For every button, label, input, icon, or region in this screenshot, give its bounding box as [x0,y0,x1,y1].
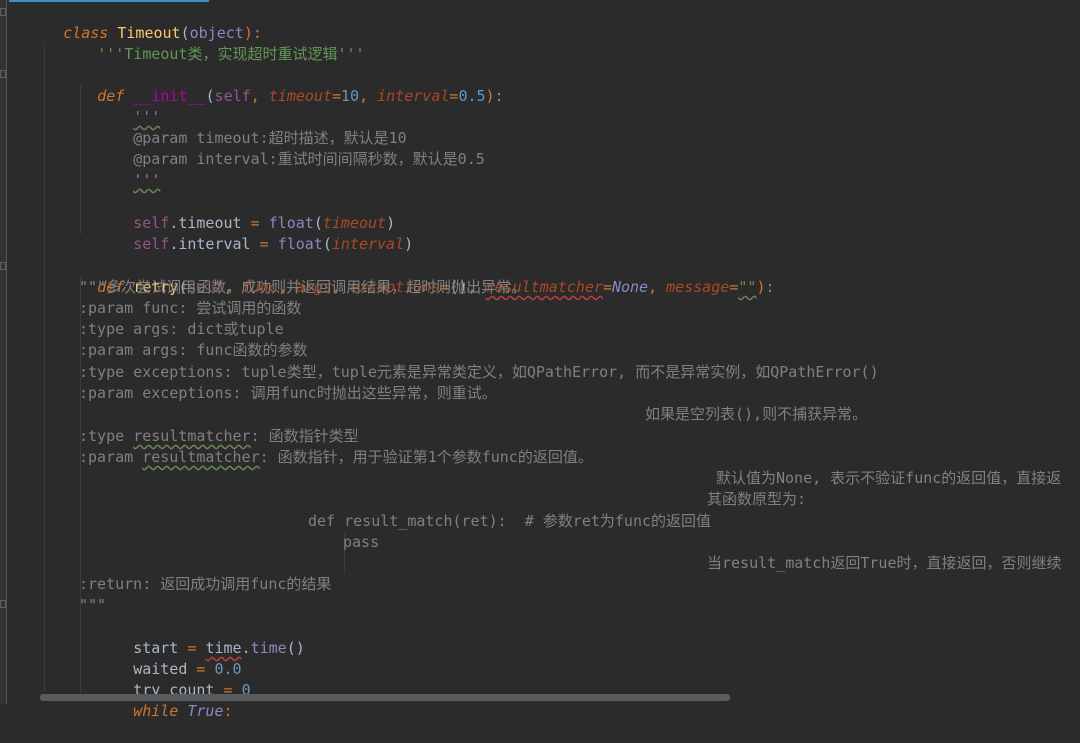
docstring-word: resultmatcher [133,427,251,445]
equals: = [259,235,269,253]
fold-icon[interactable] [0,8,6,16]
fold-icon[interactable] [0,600,6,608]
attribute: .interval [169,235,260,253]
code-line[interactable]: :param resultmatcher: 函数指针，用于验证第1个参数func… [79,447,593,468]
code-line[interactable]: @param interval:重试时间间隔秒数，默认是0.5 [79,128,485,168]
constant: True [187,702,224,720]
docstring: def result_match(ret): # 参数ret为func的返回值 [308,512,712,530]
docstring: 其函数原型为: [707,490,807,508]
param-default: None [611,278,649,296]
docstring: 当result_match返回True时，直接返回，否则继续 [707,554,1062,572]
code-line[interactable]: start = time.time() [79,617,305,657]
code-line[interactable]: try_count = 0 [79,659,250,699]
docstring: :param args: func函数的参数 [79,341,308,359]
code-line[interactable]: def __init__(self, timeout=10, interval=… [43,65,503,105]
docstring: :type [79,427,134,445]
comma: , [359,87,378,105]
equals: = [602,278,612,296]
code-line[interactable]: self.timeout = float(timeout) [79,192,395,232]
code-line[interactable]: 默认值为None, 表示不验证func的返回值，直接返 [716,468,1061,489]
docstring-word: resultmatcher [142,448,260,466]
code-line[interactable]: :param args: func函数的参数 [79,340,308,361]
paren: ): [756,278,775,296]
comma: , [648,278,667,296]
param-name: timeout [268,87,332,105]
param-default: "" [738,278,757,296]
colon: : [223,702,233,720]
self-param: self [214,87,251,105]
docstring: : 函数指针类型 [250,427,359,445]
param-default: 10 [341,87,360,105]
code-editor[interactable]: class Timeout(object): '''Timeout类，实现超时重… [0,0,1080,720]
docstring: : 函数指针，用于验证第1个参数func的返回值。 [259,448,593,466]
docstring: 如果是空列表(),则不捕获异常。 [645,405,868,423]
horizontal-scrollbar[interactable] [40,694,730,701]
param-name: interval [377,87,450,105]
code-line[interactable]: '''Timeout类，实现超时重试逻辑''' [43,23,364,63]
paren: ( [205,87,215,105]
code-line[interactable]: :type args: dict或tuple [79,319,284,340]
fold-icon[interactable] [0,70,6,78]
docstring: 默认值为None, 表示不验证func的返回值，直接返 [716,469,1062,487]
fold-icon[interactable] [0,262,6,270]
code-line[interactable]: ''' [79,86,160,126]
paren: ) [404,235,414,253]
paren: ): [485,87,504,105]
comma: , [250,87,269,105]
docstring: :type args: dict或tuple [79,320,284,338]
code-line[interactable]: def result_match(ret): # 参数ret为func的返回值 [308,511,711,532]
code-line[interactable]: 其函数原型为: [707,489,806,510]
docstring: :param func: 尝试调用的函数 [79,299,302,317]
code-line[interactable]: ''' [79,149,160,189]
code-line[interactable]: :return: 返回成功调用func的结果 [79,574,331,595]
docstring: ''' [133,171,161,189]
equals: = [332,87,342,105]
code-line[interactable]: pass [343,532,379,553]
param-ref: interval [331,235,405,253]
paren: () [286,639,305,657]
self-ref: self [133,235,170,253]
docstring: """多次尝试调用函数，成功则并返回调用结果，超时则抛出异常。 [79,278,527,296]
docstring: '''Timeout类，实现超时重试逻辑''' [97,45,365,63]
docstring: """ [79,596,107,614]
code-line[interactable]: def retry(self, func, args, exceptions=(… [43,256,774,296]
code-line[interactable]: self.interval = float(interval) [79,213,413,253]
code-line[interactable]: :type exceptions: tuple类型，tuple元素是异常类定义，… [79,362,879,383]
code-line[interactable]: waited = 0.0 [79,638,241,678]
code-line[interactable]: """多次尝试调用函数，成功则并返回调用结果，超时则抛出异常。 [79,277,526,298]
param-default: 0.5 [458,87,486,105]
docstring: :type exceptions: tuple类型，tuple元素是异常类定义，… [79,363,879,381]
code-line[interactable]: :type resultmatcher: 函数指针类型 [79,426,359,447]
gutter [0,0,7,704]
docstring: pass [343,533,380,551]
docstring: :return: 返回成功调用func的结果 [79,575,332,593]
keyword: while [133,702,179,720]
builtin-call: float [277,235,323,253]
docstring: :param exceptions: 调用func时抛出这些异常，则重试。 [79,384,497,402]
code-line[interactable]: 如果是空列表(),则不捕获异常。 [645,404,867,425]
paren: ( [322,235,332,253]
code-line[interactable]: 当result_match返回True时，直接返回，否则继续 [707,553,1062,574]
code-line[interactable]: :param exceptions: 调用func时抛出这些异常，则重试。 [79,383,497,404]
function-call: time [250,639,287,657]
code-line[interactable]: @param timeout:超时描述，默认是10 [79,107,407,147]
code-line[interactable]: :param func: 尝试调用的函数 [79,298,301,319]
code-line[interactable]: """ [79,595,106,616]
docstring: :param [79,448,143,466]
indent-guide [44,42,45,692]
docstring: interval:重试时间间隔秒数，默认是0.5 [187,150,485,168]
code-line[interactable]: class Timeout(object): [9,2,262,42]
param-name: message [666,278,730,296]
dot: . [241,639,251,657]
